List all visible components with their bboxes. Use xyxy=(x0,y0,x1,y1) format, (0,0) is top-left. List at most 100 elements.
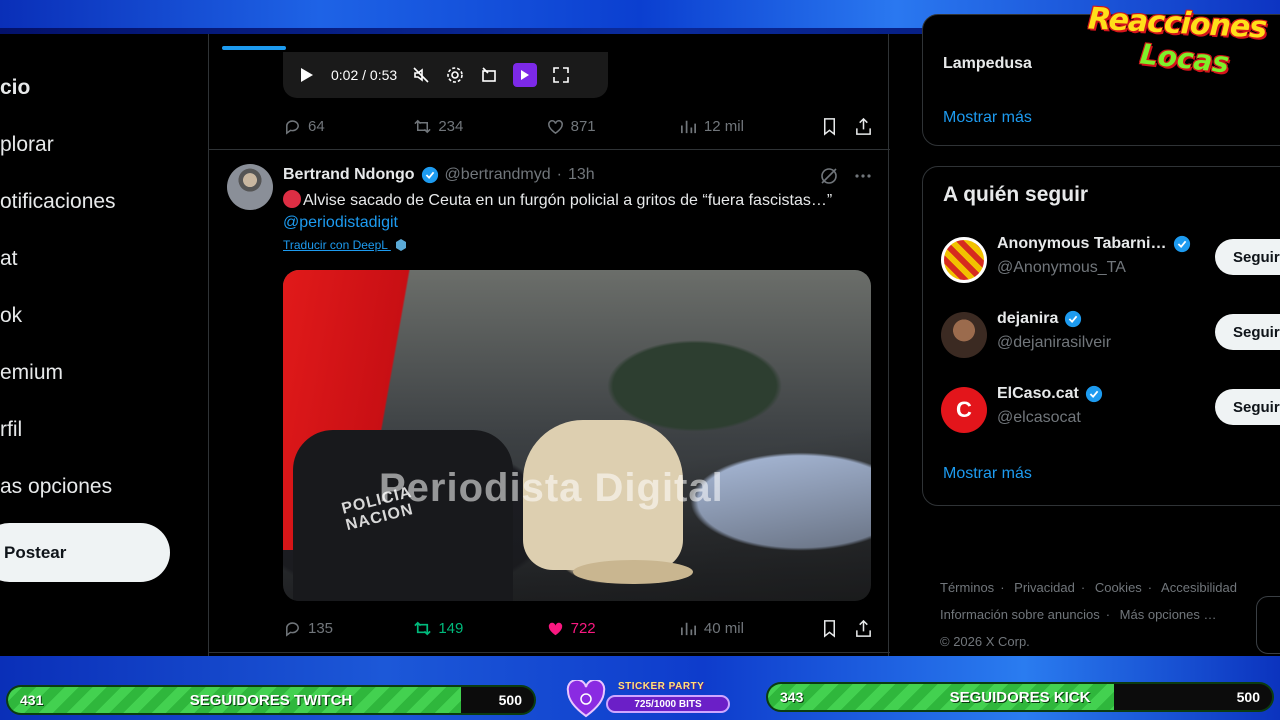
nav-item-more-options[interactable]: as opciones xyxy=(0,475,112,499)
avatar[interactable] xyxy=(941,237,987,283)
kick-followers-goal-bar: 343 SEGUIDORES KICK 500 xyxy=(766,682,1274,712)
tweet-header: Bertrand Ndongo @bertrandmyd · 13h xyxy=(283,166,595,184)
suggestion-name-text: dejanira xyxy=(997,310,1059,327)
media-cap-brim xyxy=(573,560,693,584)
settings-icon[interactable] xyxy=(445,65,465,85)
nav-item-home[interactable]: cio xyxy=(0,76,30,100)
like-button[interactable]: 722 xyxy=(546,619,679,638)
tweet-time[interactable]: 13h xyxy=(568,166,595,184)
tweet-mention[interactable]: @periodistadigit xyxy=(283,214,398,231)
bookmark-button[interactable] xyxy=(820,619,854,638)
nav-item-notifications[interactable]: otificaciones xyxy=(0,190,116,214)
sticker-party-progress-text: 725/1000 BITS xyxy=(634,698,702,710)
play-icon[interactable] xyxy=(297,65,317,85)
bookmark-icon xyxy=(824,117,836,136)
views-icon xyxy=(680,622,696,635)
tweet-text: Alvise sacado de Ceuta en un furgón poli… xyxy=(283,190,883,234)
grok-icon[interactable] xyxy=(819,166,839,186)
suggestion-name: dejanira xyxy=(997,310,1082,328)
more-options-icon[interactable] xyxy=(853,166,873,186)
trends-show-more-link[interactable]: Mostrar más xyxy=(943,109,1032,127)
media-watermark: Periodista Digital xyxy=(379,466,724,510)
pip-icon[interactable] xyxy=(479,65,499,85)
post-button[interactable]: Postear xyxy=(0,523,170,582)
footer-copyright: © 2026 X Corp. xyxy=(940,634,1030,649)
red-circle-emoji xyxy=(283,190,301,208)
suggestion-name: ElCaso.cat xyxy=(997,385,1103,403)
who-to-follow-title: A quién seguir xyxy=(943,183,1089,206)
verified-badge-icon xyxy=(1085,385,1102,403)
footer-link-privacy[interactable]: Privacidad xyxy=(1014,580,1075,595)
repost-count: 234 xyxy=(438,117,464,135)
tweet-header-actions xyxy=(819,166,873,186)
reply-button[interactable]: 135 xyxy=(283,619,413,638)
nav-item-explore[interactable]: plorar xyxy=(0,133,54,157)
footer-link-terms[interactable]: Términos xyxy=(940,580,994,595)
mute-icon[interactable] xyxy=(411,65,431,85)
repost-button[interactable]: 234 xyxy=(413,117,545,136)
fullscreen-icon[interactable] xyxy=(551,65,571,85)
follow-suggestion[interactable]: dejanira @dejanirasilveir Seguir xyxy=(941,310,1280,360)
suggestion-name: Anonymous Tabarni… xyxy=(997,235,1191,253)
heart-icon xyxy=(566,680,606,718)
deepl-icon xyxy=(395,239,406,251)
follow-button[interactable]: Seguir xyxy=(1215,389,1280,425)
nav-item-grok[interactable]: ok xyxy=(0,304,22,328)
share-button[interactable] xyxy=(854,619,873,638)
nav-item-premium[interactable]: emium xyxy=(0,361,63,385)
avatar[interactable]: C xyxy=(941,387,987,433)
footer-links: Términos · Privacidad · Cookies · Accesibil… xyxy=(940,580,1237,649)
footer-link-more-options[interactable]: Más opciones … xyxy=(1120,607,1217,622)
avatar[interactable] xyxy=(227,164,273,210)
kick-goal-target: 500 xyxy=(1236,689,1260,705)
stream-logo: Reacciones Locas xyxy=(1084,1,1280,90)
author-handle[interactable]: @bertrandmyd xyxy=(445,166,551,184)
left-navigation: cio plorar otificaciones at ok emium rfi… xyxy=(0,34,206,656)
nav-item-chat[interactable]: at xyxy=(0,247,18,271)
grok-floating-button[interactable] xyxy=(1256,596,1280,654)
follow-suggestion[interactable]: Anonymous Tabarni… @Anonymous_TA Seguir xyxy=(941,235,1280,285)
post-button-label: Postear xyxy=(4,542,67,562)
twitch-goal-target: 500 xyxy=(498,692,522,708)
autoplay-icon[interactable] xyxy=(513,63,538,87)
views-button[interactable]: 12 mil xyxy=(679,117,820,136)
tweet-divider xyxy=(209,149,890,150)
separator-dot: · xyxy=(556,166,562,183)
footer-link-ads-info[interactable]: Información sobre anuncios xyxy=(940,607,1100,622)
avatar[interactable] xyxy=(941,312,987,358)
video-progress-bar[interactable] xyxy=(222,46,286,50)
heart-icon xyxy=(547,119,563,134)
like-count: 722 xyxy=(570,619,596,637)
right-sidebar: Lampedusa Mostrar más A quién seguir Ano… xyxy=(922,14,1280,656)
suggestion-handle: @dejanirasilveir xyxy=(997,334,1112,351)
translate-link[interactable]: Traducir con DeepL xyxy=(283,238,407,252)
suggestion-handle: @elcasocat xyxy=(997,409,1081,426)
verified-badge-icon xyxy=(421,166,438,184)
nav-item-profile[interactable]: rfil xyxy=(0,418,22,442)
logo-line-2: Locas xyxy=(1138,37,1231,80)
author-name[interactable]: Bertrand Ndongo xyxy=(283,166,415,184)
prev-tweet-actions: 64 234 871 12 mil xyxy=(283,114,873,138)
views-button[interactable]: 40 mil xyxy=(679,619,820,638)
follow-button-label: Seguir xyxy=(1233,398,1280,416)
repost-icon xyxy=(414,621,432,635)
tweet-media-video[interactable]: POLICIA NACION Periodista Digital xyxy=(283,270,871,601)
who-to-follow-show-more-link[interactable]: Mostrar más xyxy=(943,465,1032,483)
kick-goal-label: SEGUIDORES KICK xyxy=(949,688,1091,706)
follow-button[interactable]: Seguir xyxy=(1215,239,1280,275)
video-player-controls: 0:02 / 0:53 xyxy=(283,52,608,98)
follow-suggestion[interactable]: C ElCaso.cat @elcasocat Seguir xyxy=(941,385,1280,435)
sticker-party-widget: STICKER PARTY 725/1000 BITS xyxy=(566,680,734,718)
bookmark-button[interactable] xyxy=(820,117,854,136)
reply-button[interactable]: 64 xyxy=(283,117,413,136)
like-button[interactable]: 871 xyxy=(546,117,679,136)
reply-icon xyxy=(286,119,299,135)
share-button[interactable] xyxy=(854,117,873,136)
footer-link-cookies[interactable]: Cookies xyxy=(1095,580,1142,595)
trend-item[interactable]: Lampedusa xyxy=(943,55,1032,73)
suggestion-name-text: ElCaso.cat xyxy=(997,385,1079,402)
follow-button[interactable]: Seguir xyxy=(1215,314,1280,350)
reply-count: 64 xyxy=(308,117,325,135)
repost-button[interactable]: 149 xyxy=(413,619,545,638)
footer-link-accessibility[interactable]: Accesibilidad xyxy=(1161,580,1237,595)
